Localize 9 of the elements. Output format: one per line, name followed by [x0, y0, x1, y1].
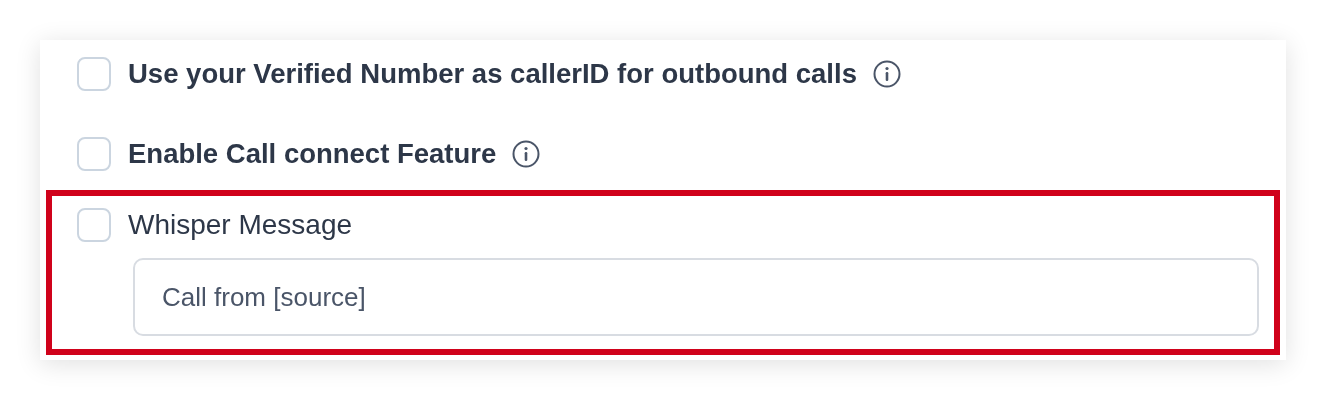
checkbox[interactable] — [77, 57, 111, 91]
option-label: Whisper Message — [128, 209, 353, 241]
option-label: Use your Verified Number as callerID for outbound calls — [128, 58, 857, 90]
checkbox[interactable] — [77, 208, 111, 242]
option-label: Enable Call connect Feature — [128, 138, 497, 170]
info-icon[interactable] — [872, 60, 901, 88]
checkbox[interactable] — [77, 137, 111, 171]
whisper-message-field[interactable]: Call from [source] — [133, 258, 1259, 336]
info-icon[interactable] — [512, 140, 541, 168]
